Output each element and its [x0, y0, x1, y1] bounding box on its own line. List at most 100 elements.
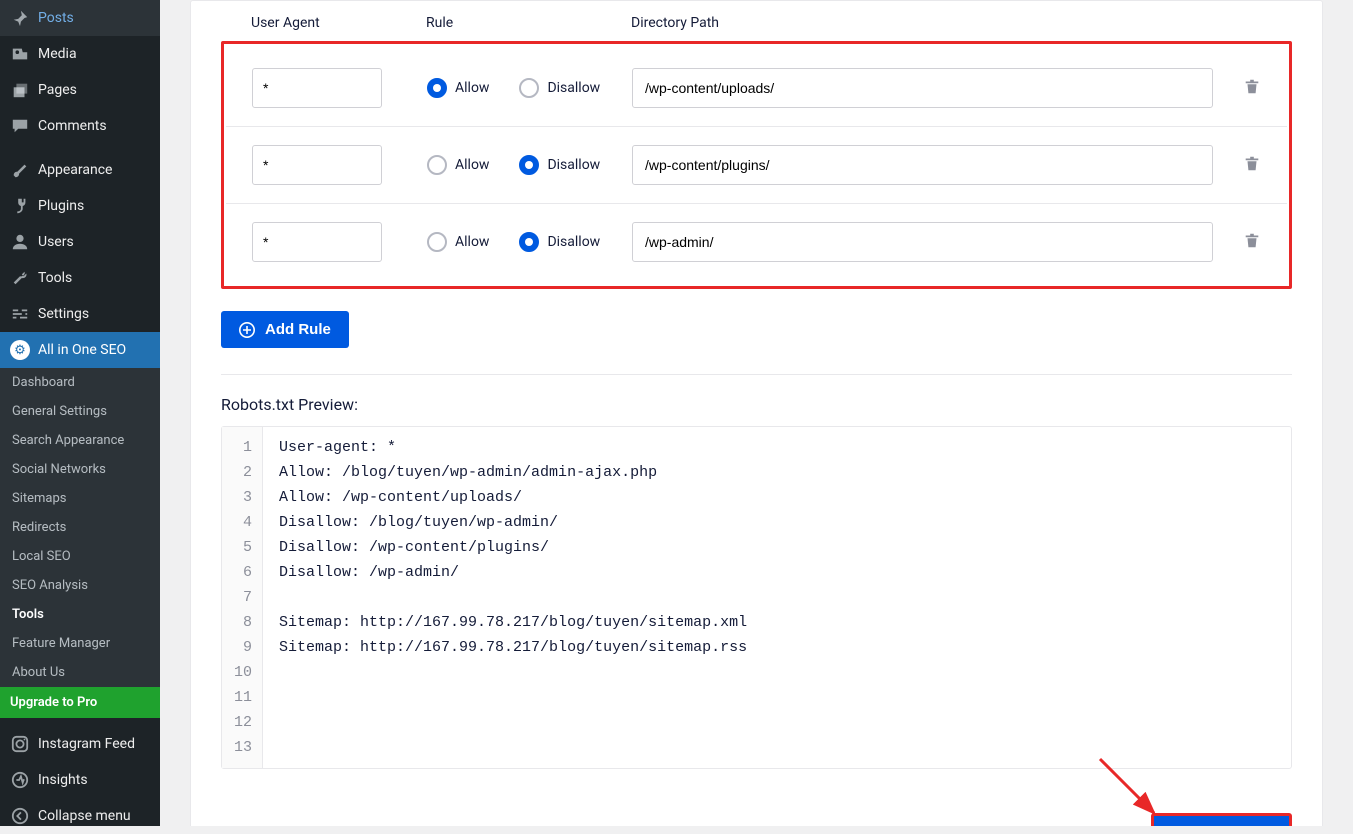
- radio-icon: [427, 232, 447, 252]
- menu-label: Users: [38, 234, 74, 250]
- code-line: Disallow: /wp-admin/: [279, 560, 747, 585]
- directory-path-input[interactable]: [632, 68, 1213, 108]
- rules-highlight-box: Allow Disallow Allow Disallow Allow Disa…: [221, 41, 1292, 289]
- menu-label: Pages: [38, 82, 77, 98]
- menu-label: Media: [38, 46, 77, 62]
- radio-icon: [427, 155, 447, 175]
- line-number: 1: [234, 435, 252, 460]
- brush-icon: [10, 160, 30, 180]
- user-agent-input[interactable]: [252, 222, 382, 262]
- menu-comments[interactable]: Comments: [0, 108, 160, 144]
- submenu-social-networks[interactable]: Social Networks: [0, 455, 160, 484]
- line-gutter: 12345678910111213: [222, 427, 263, 768]
- menu-appearance[interactable]: Appearance: [0, 152, 160, 188]
- delete-rule-button[interactable]: [1243, 154, 1261, 176]
- menu-tools[interactable]: Tools: [0, 260, 160, 296]
- menu-label: Collapse menu: [38, 808, 131, 824]
- submenu-feature-manager[interactable]: Feature Manager: [0, 629, 160, 658]
- collapse-menu[interactable]: Collapse menu: [0, 798, 160, 834]
- submenu-search-appearance[interactable]: Search Appearance: [0, 426, 160, 455]
- menu-label: Instagram Feed: [38, 736, 135, 752]
- submenu-seo-analysis[interactable]: SEO Analysis: [0, 571, 160, 600]
- disallow-label: Disallow: [547, 157, 600, 173]
- menu-posts[interactable]: Posts: [0, 0, 160, 36]
- allow-radio[interactable]: Allow: [427, 155, 489, 175]
- code-line: User-agent: *: [279, 435, 747, 460]
- menu-insights[interactable]: Insights: [0, 762, 160, 798]
- allow-label: Allow: [455, 80, 489, 96]
- menu-label: All in One SEO: [38, 342, 126, 358]
- ig-icon: [10, 734, 30, 754]
- preview-title: Robots.txt Preview:: [221, 395, 1292, 414]
- line-number: 11: [234, 685, 252, 710]
- submenu-sitemaps[interactable]: Sitemaps: [0, 484, 160, 513]
- line-number: 4: [234, 510, 252, 535]
- disallow-radio[interactable]: Disallow: [519, 232, 600, 252]
- menu-media[interactable]: Media: [0, 36, 160, 72]
- line-number: 10: [234, 660, 252, 685]
- line-number: 7: [234, 585, 252, 610]
- sliders-icon: [10, 304, 30, 324]
- save-area: Save Changes: [221, 813, 1292, 826]
- menu-label: Plugins: [38, 198, 84, 214]
- delete-rule-button[interactable]: [1243, 231, 1261, 253]
- menu-users[interactable]: Users: [0, 224, 160, 260]
- code-line: [279, 735, 747, 760]
- rule-row: Allow Disallow: [226, 203, 1287, 280]
- header-user-agent: User Agent: [251, 15, 426, 31]
- disallow-radio[interactable]: Disallow: [519, 155, 600, 175]
- media-icon: [10, 44, 30, 64]
- menu-settings[interactable]: Settings: [0, 296, 160, 332]
- rule-row: Allow Disallow: [226, 126, 1287, 203]
- line-number: 12: [234, 710, 252, 735]
- code-line: [279, 660, 747, 685]
- code-line: Sitemap: http://167.99.78.217/blog/tuyen…: [279, 635, 747, 660]
- line-number: 8: [234, 610, 252, 635]
- plus-circle-icon: [239, 322, 255, 338]
- divider: [221, 374, 1292, 375]
- submenu-general-settings[interactable]: General Settings: [0, 397, 160, 426]
- submenu-redirects[interactable]: Redirects: [0, 513, 160, 542]
- allow-radio[interactable]: Allow: [427, 232, 489, 252]
- menu-all-in-one-seo[interactable]: ⚙ All in One SEO: [0, 332, 160, 368]
- upgrade-to-pro[interactable]: Upgrade to Pro: [0, 687, 160, 718]
- code-line: [279, 585, 747, 610]
- aioseo-icon: ⚙: [10, 340, 30, 360]
- directory-path-input[interactable]: [632, 222, 1213, 262]
- line-number: 13: [234, 735, 252, 760]
- user-agent-input[interactable]: [252, 68, 382, 108]
- delete-rule-button[interactable]: [1243, 77, 1261, 99]
- menu-plugins[interactable]: Plugins: [0, 188, 160, 224]
- line-number: 2: [234, 460, 252, 485]
- line-number: 5: [234, 535, 252, 560]
- add-rule-label: Add Rule: [265, 321, 331, 338]
- submenu-about-us[interactable]: About Us: [0, 658, 160, 687]
- add-rule-button[interactable]: Add Rule: [221, 311, 349, 348]
- disallow-radio[interactable]: Disallow: [519, 78, 600, 98]
- submenu-dashboard[interactable]: Dashboard: [0, 368, 160, 397]
- save-changes-button[interactable]: Save Changes: [1151, 813, 1292, 826]
- trash-icon: [1243, 234, 1261, 253]
- submenu-tools[interactable]: Tools: [0, 600, 160, 629]
- pin-icon: [10, 8, 30, 28]
- submenu-local-seo[interactable]: Local SEO: [0, 542, 160, 571]
- user-agent-input[interactable]: [252, 145, 382, 185]
- header-directory-path: Directory Path: [631, 15, 1292, 31]
- collapse-icon: [10, 806, 30, 826]
- code-line: Disallow: /blog/tuyen/wp-admin/: [279, 510, 747, 535]
- rule-row: Allow Disallow: [226, 50, 1287, 126]
- code-line: Sitemap: http://167.99.78.217/blog/tuyen…: [279, 610, 747, 635]
- code-line: Allow: /blog/tuyen/wp-admin/admin-ajax.p…: [279, 460, 747, 485]
- annotation-arrow: [1092, 751, 1172, 826]
- menu-label: Appearance: [38, 162, 112, 178]
- code-line: [279, 710, 747, 735]
- allow-radio[interactable]: Allow: [427, 78, 489, 98]
- code-line: Allow: /wp-content/uploads/: [279, 485, 747, 510]
- menu-pages[interactable]: Pages: [0, 72, 160, 108]
- radio-icon: [519, 78, 539, 98]
- directory-path-input[interactable]: [632, 145, 1213, 185]
- menu-instagram-feed[interactable]: Instagram Feed: [0, 726, 160, 762]
- disallow-label: Disallow: [547, 80, 600, 96]
- radio-icon: [427, 78, 447, 98]
- radio-icon: [519, 232, 539, 252]
